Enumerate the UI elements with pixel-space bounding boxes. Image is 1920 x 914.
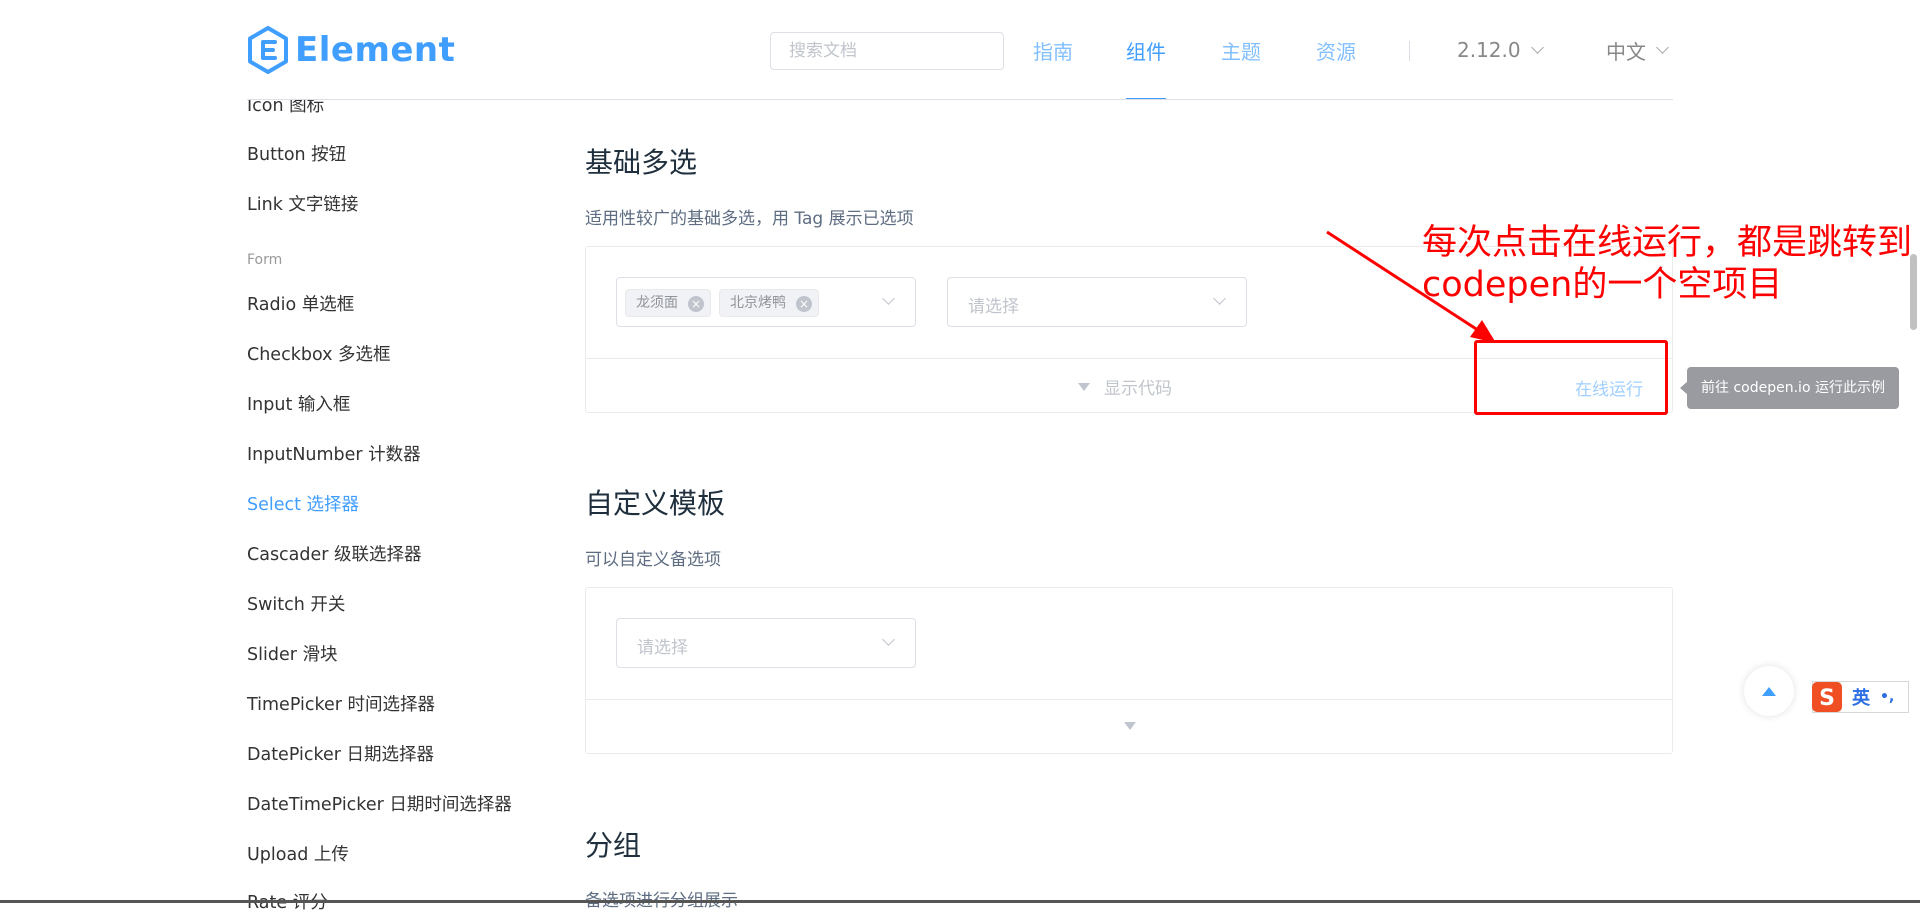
demo-box-custom-template: 请选择 [585,587,1673,754]
selected-tag: 北京烤鸭 × [719,289,819,317]
sidebar-item-input[interactable]: Input 输入框 [247,391,350,416]
version-label: 2.12.0 [1457,38,1521,62]
back-to-top-button[interactable] [1744,666,1794,716]
sidebar-item-datepicker[interactable]: DatePicker 日期选择器 [247,741,434,766]
language-label: 中文 [1606,39,1646,64]
sogou-logo-icon: S [1812,682,1842,712]
chevron-down-icon [882,292,895,305]
multi-select[interactable]: 龙须面 × 北京烤鸭 × [616,277,916,327]
caret-down-icon [1078,382,1090,391]
annotation-line-1: 每次点击在线运行，都是跳转到 [1422,223,1913,263]
tag-label: 龙须面 [636,295,678,311]
selected-tag: 龙须面 × [625,289,711,317]
sidebar-item-button[interactable]: Button 按钮 [247,141,346,166]
sidebar-item-select[interactable]: Select 选择器 [247,491,359,516]
tag-close-icon[interactable]: × [796,296,812,312]
annotation-line-2: codepen的一个空项目 [1422,265,1783,305]
sidebar-item-switch[interactable]: Switch 开关 [247,591,345,616]
sidebar-item-link[interactable]: Link 文字链接 [247,191,358,216]
codepen-tooltip: 前往 codepen.io 运行此示例 [1687,367,1899,409]
sidebar-item-upload[interactable]: Upload 上传 [247,841,349,866]
nav-components[interactable]: 组件 [1126,0,1166,100]
ime-toolbar[interactable]: S 英 •, [1812,681,1909,713]
caret-down-icon [1124,722,1136,730]
scrollbar-thumb[interactable] [1910,254,1917,330]
sidebar-item-timepicker[interactable]: TimePicker 时间选择器 [247,691,435,716]
section-desc-basic-multiple: 适用性较广的基础多选，用 Tag 展示已选项 [585,209,914,229]
show-code-label: 显示代码 [1104,379,1172,399]
sidebar-item-cascader[interactable]: Cascader 级联选择器 [247,541,422,566]
tag-close-icon[interactable]: × [688,296,704,312]
logo-text: Element [295,30,456,70]
language-dropdown[interactable]: 中文 [1606,0,1669,100]
show-code-button[interactable] [1124,722,1136,730]
nav-theme[interactable]: 主题 [1221,0,1261,100]
chevron-down-icon [882,633,895,646]
nav-resources[interactable]: 资源 [1316,0,1356,100]
chevron-down-icon [1530,40,1544,54]
nav-divider [1409,41,1410,61]
section-title-basic-multiple: 基础多选 [585,146,698,179]
select-placeholder: 请选择 [637,638,688,658]
sidebar-item-slider[interactable]: Slider 滑块 [247,641,337,666]
custom-template-select[interactable]: 请选择 [616,618,916,668]
sidebar-item-datetimepicker[interactable]: DateTimePicker 日期时间选择器 [247,791,512,816]
tag-label: 北京烤鸭 [730,295,786,311]
nav-guide[interactable]: 指南 [1033,0,1073,100]
logo[interactable]: Element [247,26,455,74]
sidebar-item-inputnumber[interactable]: InputNumber 计数器 [247,441,421,466]
section-title-custom-template: 自定义模板 [585,487,726,520]
annotation-text: 每次点击在线运行，都是跳转到 codepen的一个空项目 [1422,222,1912,306]
sidebar-item-radio[interactable]: Radio 单选框 [247,291,354,316]
section-desc-group: 备选项进行分组展示 [585,891,738,911]
element-logo-icon [248,26,288,74]
demo-divider [586,699,1672,700]
ime-mode-label: 英 [1852,688,1870,709]
annotation-highlight-box [1474,340,1668,415]
arrow-up-icon [1762,686,1776,696]
header-divider [247,99,1673,100]
collapse-tags-select[interactable]: 请选择 [947,277,1247,327]
version-dropdown[interactable]: 2.12.0 [1457,0,1544,100]
section-title-group: 分组 [585,829,642,862]
svg-text:S: S [1819,686,1835,711]
section-desc-custom-template: 可以自定义备选项 [585,550,721,570]
ime-punct-label: •, [1880,689,1895,705]
show-code-button[interactable]: 显示代码 [1078,374,1172,399]
chevron-down-icon [1656,40,1669,54]
sidebar-item-checkbox[interactable]: Checkbox 多选框 [247,341,391,366]
search-input[interactable] [770,32,1004,70]
select-placeholder: 请选择 [968,297,1019,317]
sidebar-group-form: Form [247,252,283,268]
site-header: Element 指南 组件 主题 资源 2.12.0 中文 [0,0,1920,100]
chevron-down-icon [1213,292,1226,305]
